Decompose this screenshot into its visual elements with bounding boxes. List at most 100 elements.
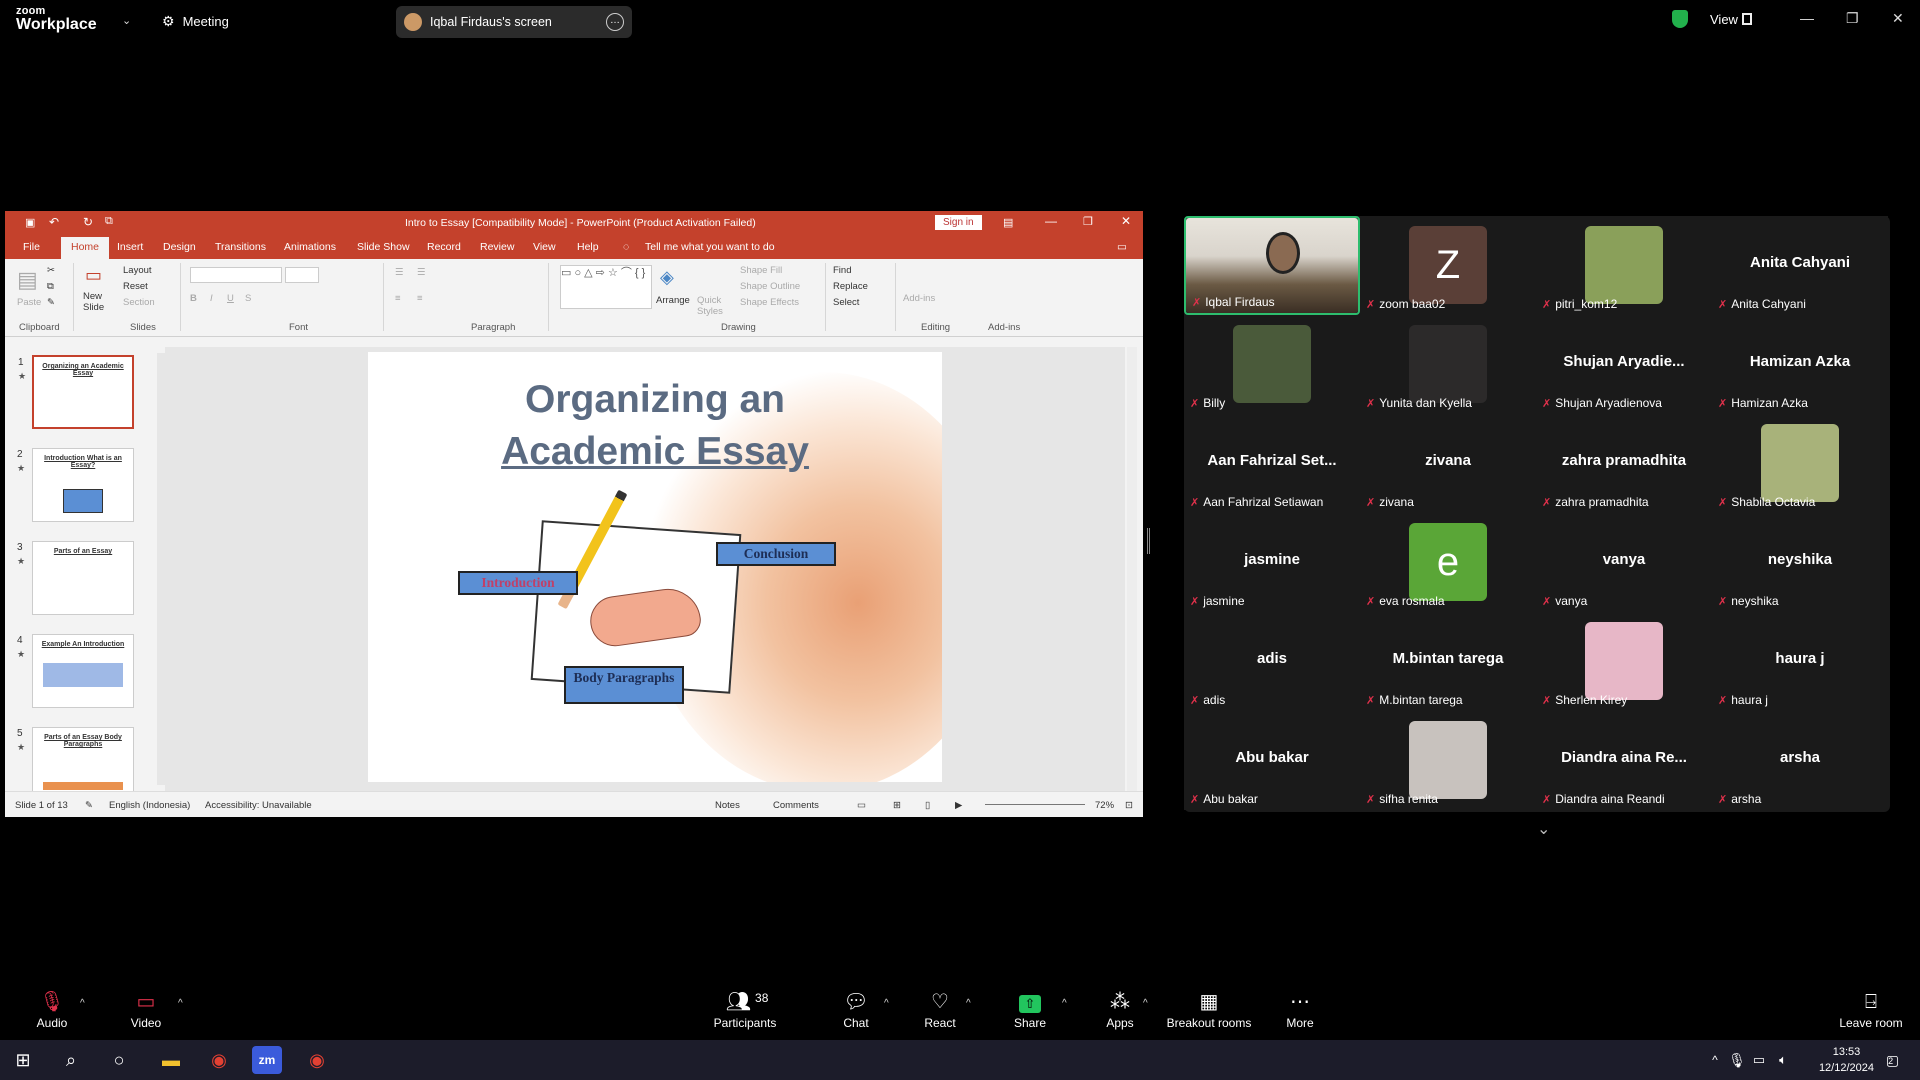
apps-options-caret[interactable]: ^ — [1143, 998, 1148, 1009]
react-button[interactable]: ♡ React — [920, 990, 960, 1030]
zoom-slider[interactable] — [985, 804, 1085, 805]
copy-icon[interactable]: ⧉ — [47, 281, 54, 292]
align-center-icon[interactable]: ≡ — [417, 293, 423, 304]
zoom-app-icon[interactable]: zm — [252, 1046, 282, 1074]
file-explorer-icon[interactable]: ▬ — [156, 1046, 186, 1074]
tab-slide-show[interactable]: Slide Show — [357, 241, 410, 253]
participant-tile[interactable]: adis ✗ adis — [1184, 612, 1360, 711]
sign-in-button[interactable]: Sign in — [935, 215, 982, 230]
tab-insert[interactable]: Insert — [117, 241, 143, 253]
comments-button[interactable]: Comments — [773, 800, 819, 811]
bullets-icon[interactable]: ☰ — [395, 267, 404, 278]
shapes-gallery[interactable]: ▭ ○ △ ⇨ ☆ ⌒ { } — [560, 265, 652, 309]
layout-button[interactable]: Layout — [123, 265, 152, 276]
body-paragraphs-label[interactable]: Body Paragraphs — [564, 666, 684, 704]
slide-thumbnail-pane[interactable]: 1 ★ Organizing an Academic Essay 2 ★ Intro… — [5, 347, 165, 801]
underline-icon[interactable]: U — [227, 293, 234, 304]
video-options-caret[interactable]: ^ — [178, 998, 183, 1009]
participant-tile[interactable]: ✗ Shabila Octavia — [1712, 414, 1888, 513]
align-left-icon[interactable]: ≡ — [395, 293, 401, 304]
cut-icon[interactable]: ✂ — [47, 265, 55, 276]
breakout-rooms-button[interactable]: ▦ Breakout rooms — [1166, 990, 1252, 1030]
redo-icon[interactable]: ↻ — [83, 215, 93, 229]
participant-tile[interactable]: haura j ✗ haura j — [1712, 612, 1888, 711]
chrome-icon[interactable]: ◉ — [204, 1046, 234, 1074]
save-icon[interactable]: ▣ — [25, 216, 35, 229]
participant-tile[interactable]: arsha ✗ arsha — [1712, 711, 1888, 810]
new-slide-icon[interactable]: ▭ — [85, 265, 102, 286]
chat-options-caret[interactable]: ^ — [884, 998, 889, 1009]
format-painter-icon[interactable]: ✎ — [47, 297, 55, 308]
tab-help[interactable]: Help — [577, 241, 599, 253]
tab-design[interactable]: Design — [163, 241, 196, 253]
restore-icon[interactable]: ❐ — [1846, 10, 1859, 27]
shape-effects-button[interactable]: Shape Effects — [740, 297, 799, 308]
participant-tile[interactable]: ✗ pitri_kom12 — [1536, 216, 1712, 315]
tell-me-search[interactable]: Tell me what you want to do — [645, 241, 775, 253]
accessibility-status[interactable]: Accessibility: Unavailable — [205, 800, 312, 811]
current-slide[interactable]: Organizing an Academic Essay Introductio… — [368, 352, 942, 782]
font-name-select[interactable] — [190, 267, 282, 283]
splitter-handle[interactable] — [1147, 528, 1150, 554]
reading-view-icon[interactable]: ▯ — [925, 800, 930, 811]
tab-home[interactable]: Home — [61, 237, 110, 259]
new-slide-button[interactable]: New Slide — [83, 291, 113, 313]
chat-button[interactable]: 💬︎ Chat — [836, 990, 876, 1030]
normal-view-icon[interactable]: ▭ — [857, 800, 866, 811]
slideshow-icon[interactable]: ▶ — [955, 800, 962, 811]
arrange-button[interactable]: Arrange — [656, 295, 690, 306]
arrange-icon[interactable]: ◈ — [660, 267, 674, 288]
participant-tile[interactable]: Anita Cahyani ✗ Anita Cahyani — [1712, 216, 1888, 315]
tab-record[interactable]: Record — [427, 241, 461, 253]
reset-button[interactable]: Reset — [123, 281, 148, 292]
participant-tile[interactable]: zahra pramadhita ✗ zahra pramadhita — [1536, 414, 1712, 513]
add-ins-button[interactable]: Add-ins — [903, 293, 935, 304]
ribbon-display-icon[interactable]: ▤ — [1003, 216, 1013, 229]
slide-thumbnail[interactable]: 2 ★ Introduction What is an Essay? — [17, 448, 134, 522]
replace-button[interactable]: Replace — [833, 281, 868, 292]
view-button[interactable]: View — [1710, 12, 1738, 27]
fit-slide-icon[interactable]: ⊡ — [1125, 800, 1133, 811]
volume-icon[interactable]: 🔈︎ — [1768, 1046, 1798, 1074]
participant-tile[interactable]: ✗ Yunita dan Kyella — [1360, 315, 1536, 414]
shape-fill-button[interactable]: Shape Fill — [740, 265, 782, 276]
section-button[interactable]: Section — [123, 297, 155, 308]
participant-tile[interactable]: Diandra aina Re... ✗ Diandra aina Reandi — [1536, 711, 1712, 810]
shield-icon[interactable] — [1672, 10, 1688, 28]
select-button[interactable]: Select — [833, 297, 859, 308]
slide-thumbnail[interactable]: 1 ★ Organizing an Academic Essay — [18, 355, 134, 429]
tab-animations[interactable]: Animations — [284, 241, 336, 253]
participant-tile[interactable]: zivana ✗ zivana — [1360, 414, 1536, 513]
more-button[interactable]: ⋯ More — [1282, 990, 1318, 1030]
participant-tile[interactable]: e ✗ eva rosmala — [1360, 513, 1536, 612]
introduction-label[interactable]: Introduction — [458, 571, 578, 595]
search-icon[interactable]: ⌕ — [56, 1046, 86, 1074]
participant-tile[interactable]: ✗ Billy — [1184, 315, 1360, 414]
screen-share-indicator[interactable]: Iqbal Firdaus's screen … — [396, 6, 632, 38]
numbering-icon[interactable]: ☰ — [417, 267, 426, 278]
participants-button[interactable]: 👥︎ 38 Participants — [712, 990, 778, 1030]
slide-editing-area[interactable]: Organizing an Academic Essay Introductio… — [165, 347, 1137, 791]
slide-title[interactable]: Organizing an Academic Essay — [368, 374, 942, 478]
shadow-icon[interactable]: S — [245, 293, 251, 304]
share-button[interactable]: ⇧ Share — [1010, 990, 1050, 1030]
thumbnail-scrollbar[interactable] — [157, 353, 165, 785]
meeting-info-button[interactable]: ⚙ Meeting — [162, 13, 229, 30]
find-button[interactable]: Find — [833, 265, 851, 276]
bold-icon[interactable]: B — [190, 293, 197, 304]
paste-icon[interactable]: ▤ — [17, 267, 38, 293]
participant-tile[interactable]: M.bintan tarega ✗ M.bintan tarega — [1360, 612, 1536, 711]
comments-icon[interactable]: ▭ — [1117, 241, 1127, 253]
participant-tile[interactable]: Aan Fahrizal Set... ✗ Aan Fahrizal Setiawa… — [1184, 414, 1360, 513]
participant-tile[interactable]: Hamizan Azka ✗ Hamizan Azka — [1712, 315, 1888, 414]
chrome-icon[interactable]: ◉ — [302, 1046, 332, 1074]
slide-sorter-icon[interactable]: ⊞ — [893, 800, 901, 811]
quick-styles-button[interactable]: Quick Styles — [697, 295, 733, 317]
participant-tile[interactable]: vanya ✗ vanya — [1536, 513, 1712, 612]
font-size-select[interactable] — [285, 267, 319, 283]
participant-tile[interactable]: ✗ Iqbal Firdaus — [1184, 216, 1360, 315]
italic-icon[interactable]: I — [210, 293, 213, 304]
participant-tile[interactable]: ✗ Sherlen Kirey — [1536, 612, 1712, 711]
participant-tile[interactable]: Shujan Aryadie... ✗ Shujan Aryadienova — [1536, 315, 1712, 414]
leave-room-button[interactable]: ⍈ Leave room — [1838, 990, 1904, 1030]
